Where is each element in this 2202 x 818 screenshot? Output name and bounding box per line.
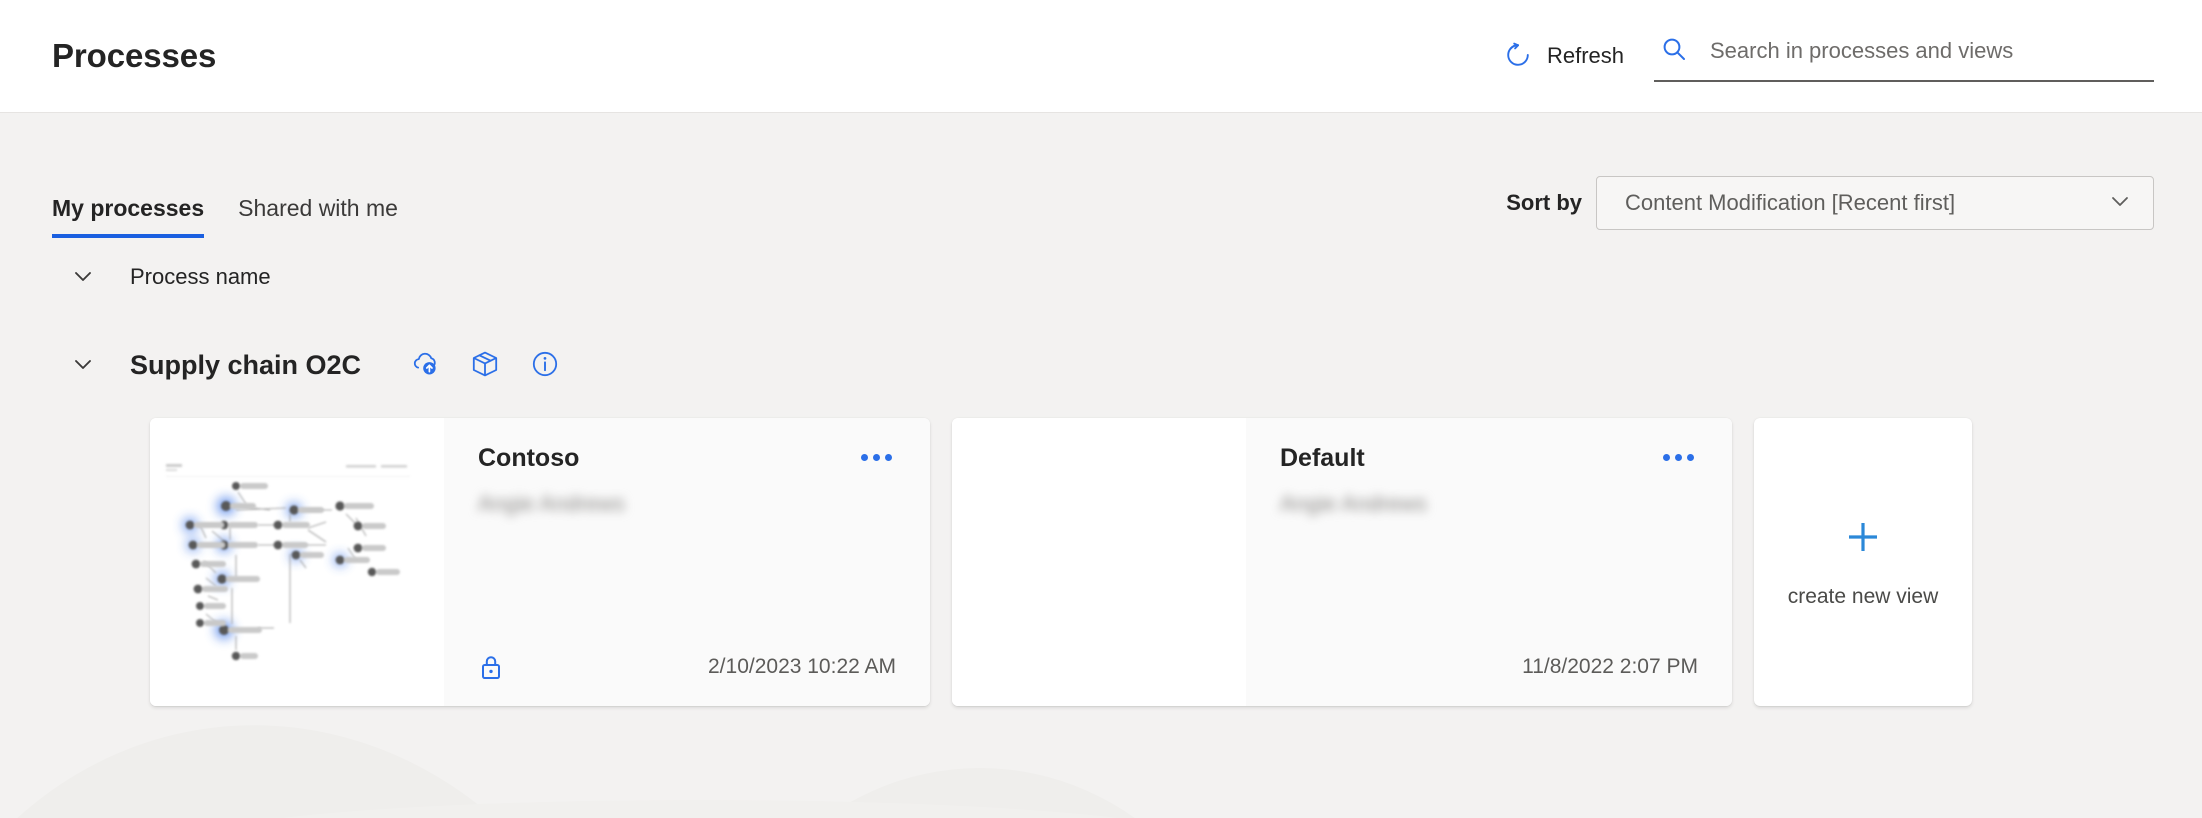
sort-control: Sort by Content Modification [Recent fir… [1506,176,2154,238]
cloud-upload-button[interactable] [407,347,443,383]
search-input[interactable] [1710,38,2148,64]
view-cards-row: Contoso Angie Andrews 2/10/2023 10:22 AM [0,418,2202,706]
view-card-date: 2/10/2023 10:22 AM [708,655,896,678]
chevron-down-icon [68,261,98,294]
more-options-ellipsis-icon [1663,454,1694,461]
process-name-column-header: Process name [0,246,2202,308]
information-button[interactable] [527,347,563,383]
background-swoosh-thin [200,800,1200,818]
view-card-header: Default [1280,444,1698,473]
plus-icon [1842,516,1884,563]
create-new-view-card[interactable]: create new view [1754,418,1972,706]
process-name-header-label: Process name [130,264,271,289]
package-box-icon [468,347,502,384]
sort-by-value: Content Modification [Recent first] [1625,190,1956,215]
lock-icon-placeholder [1280,650,1310,684]
lock-icon [478,650,508,684]
refresh-label: Refresh [1546,43,1624,68]
view-card-date: 11/8/2022 2:07 PM [1522,655,1698,678]
tab-my-processes[interactable]: My processes [52,195,205,238]
view-card-header: Contoso [478,444,896,473]
background-swoosh-center [700,768,1260,818]
process-group-name: Supply chain O2C [130,349,362,380]
search-magnifier-icon [1660,35,1688,68]
view-thumbnail-empty [952,418,1246,706]
sort-by-dropdown[interactable]: Content Modification [Recent first] [1596,176,2154,230]
process-action-icons [407,347,563,383]
refresh-circular-arrow-icon [1503,40,1533,73]
view-card-footer: 11/8/2022 2:07 PM [1280,650,1698,684]
create-new-view-label: create new view [1787,584,1939,608]
chevron-down-icon [68,349,98,382]
tab-list: My processes Shared with me [52,195,398,238]
background-swoosh-left [0,687,640,818]
more-options-ellipsis-icon [861,454,892,461]
view-card-body: Contoso Angie Andrews 2/10/2023 10:22 AM [444,418,930,706]
view-card-default[interactable]: Default Angie Andrews 11/8/2022 2:07 PM [952,418,1732,706]
sort-by-label: Sort by [1506,190,1582,215]
view-card-title: Default [1280,444,1365,472]
view-card-author: Angie Andrews [1280,491,1427,516]
search-box[interactable] [1654,31,2154,82]
process-group-toggle[interactable] [66,348,100,382]
more-options-button[interactable] [857,444,896,471]
app-header: Processes Refresh [0,0,2202,113]
process-graph-thumbnail [166,464,410,661]
info-circle-icon [528,347,562,384]
package-button[interactable] [467,347,503,383]
tabs-and-sort-row: My processes Shared with me Sort by Cont… [0,113,2202,238]
view-card-contoso[interactable]: Contoso Angie Andrews 2/10/2023 10:22 AM [150,418,930,706]
view-card-title: Contoso [478,444,580,472]
view-card-author: Angie Andrews [478,491,625,516]
page-title: Processes [52,37,217,74]
tab-shared-with-me[interactable]: Shared with me [238,195,398,238]
process-group-row: Supply chain O2C [0,330,2202,400]
header-actions: Refresh [1499,31,2154,82]
view-card-footer: 2/10/2023 10:22 AM [478,650,896,684]
cloud-upload-icon [408,347,442,384]
more-options-button[interactable] [1659,444,1698,471]
collapse-all-toggle[interactable] [66,260,100,294]
view-thumbnail [150,418,444,706]
view-card-body: Default Angie Andrews 11/8/2022 2:07 PM [1246,418,1732,706]
refresh-button[interactable]: Refresh [1499,34,1628,79]
chevron-down-icon [2107,188,2133,219]
